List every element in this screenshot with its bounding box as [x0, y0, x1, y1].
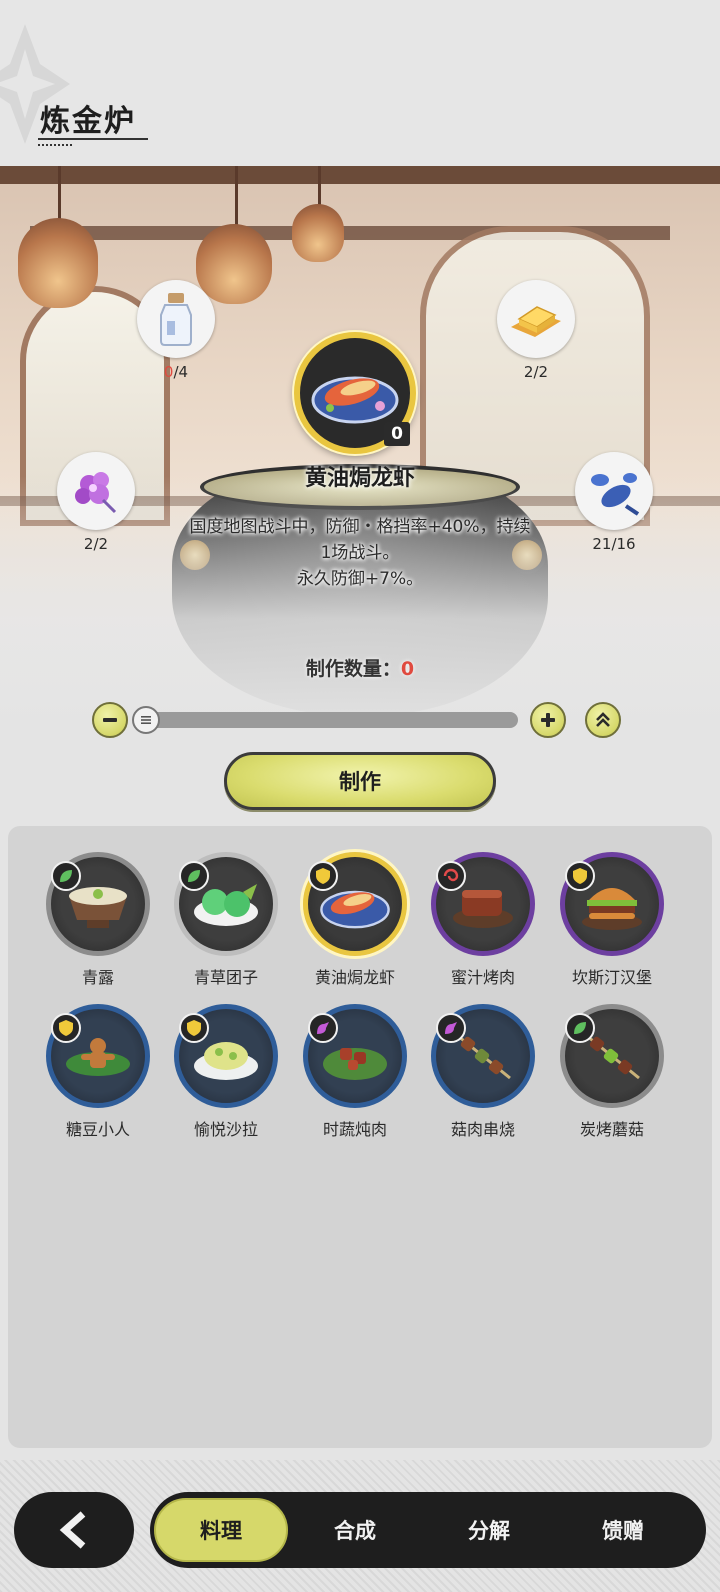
- minus-icon: [103, 718, 117, 722]
- dish-description: 国度地图战斗中，防御・格挡率+40%，持续 1场战斗。 永久防御+7%。: [120, 514, 600, 592]
- lamp-cord: [235, 166, 238, 226]
- double-chevron-up-icon: [596, 712, 610, 727]
- max-button[interactable]: [585, 702, 621, 738]
- grip-icon: [141, 716, 151, 724]
- quantity-slider-thumb[interactable]: [132, 706, 160, 734]
- ingredient-bubble[interactable]: [137, 280, 215, 358]
- recipe-name: 炭烤蘑菇: [579, 1120, 644, 1139]
- recipe-name: 黄油焗龙虾: [314, 968, 395, 987]
- recipe-name: 青草团子: [193, 968, 258, 987]
- recipe-item[interactable]: 糖豆小人: [38, 1004, 158, 1140]
- selected-dish[interactable]: 0: [294, 332, 416, 454]
- shield-icon: [187, 1020, 201, 1036]
- tab-bar: 料理 合成 分解 馈赠: [150, 1492, 706, 1568]
- recipe-icon-frame[interactable]: [174, 852, 278, 956]
- page-title: 炼金炉: [40, 104, 136, 139]
- recipe-badge: [308, 861, 338, 891]
- wave-icon: [445, 1022, 457, 1034]
- craft-button[interactable]: 制作: [224, 752, 496, 810]
- recipe-badge: [179, 861, 209, 891]
- lamp-cord: [318, 166, 321, 206]
- recipe-icon-frame[interactable]: [303, 852, 407, 956]
- recipe-item[interactable]: 青草团子: [166, 852, 286, 988]
- chevron-left-icon: [59, 1511, 86, 1549]
- milk-bottle-icon: [160, 293, 192, 346]
- hanging-lamp: [18, 218, 98, 308]
- quantity-slider-track[interactable]: [146, 712, 518, 728]
- wave-icon: [317, 1022, 329, 1034]
- craft-quantity: 制作数量：0: [0, 654, 720, 681]
- desc-line: 国度地图战斗中，防御・格挡率+40%，持续: [189, 517, 531, 537]
- recipe-badge: [436, 861, 466, 891]
- recipe-badge: [565, 861, 595, 891]
- recipe-icon-frame[interactable]: [46, 852, 150, 956]
- recipe-icon-frame[interactable]: [431, 852, 535, 956]
- header: 炼金炉: [0, 0, 720, 166]
- quantity-slider-row: [0, 700, 720, 740]
- ceiling-beam: [0, 166, 720, 184]
- recipe-name: 糖豆小人: [65, 1120, 130, 1139]
- recipe-name: 青露: [81, 968, 114, 987]
- desc-line: 1场战斗。: [320, 543, 400, 563]
- shield-icon: [573, 868, 587, 884]
- ingredient-slot[interactable]: 2/2: [497, 280, 575, 381]
- leaf-icon: [60, 870, 72, 882]
- recipe-icon-frame[interactable]: [431, 1004, 535, 1108]
- recipe-name: 坎斯汀汉堡: [571, 968, 652, 987]
- hanging-lamp: [292, 204, 344, 262]
- bottom-bar: 料理 合成 分解 馈赠: [0, 1460, 720, 1592]
- recipe-icon-frame[interactable]: [560, 852, 664, 956]
- recipe-item[interactable]: 青露: [38, 852, 158, 988]
- recipe-grid: 青露 青草团子 黄油焗龙虾 蜜汁烤肉 坎斯汀汉堡 糖豆小人 愉悦沙拉 时蔬炖肉 …: [8, 826, 712, 1448]
- leaf-icon: [574, 1022, 586, 1034]
- recipe-badge: [436, 1013, 466, 1043]
- decrease-button[interactable]: [92, 702, 128, 738]
- recipe-item[interactable]: 菇肉串烧: [423, 1004, 543, 1140]
- recipe-name: 蜜汁烤肉: [450, 968, 515, 987]
- tab-decompose[interactable]: 分解: [422, 1492, 556, 1568]
- recipe-badge: [565, 1013, 595, 1043]
- recipe-item[interactable]: 炭烤蘑菇: [552, 1004, 672, 1140]
- recipe-badge: [51, 861, 81, 891]
- plus-icon: [541, 713, 555, 727]
- leaf-icon: [188, 870, 200, 882]
- title-dots: [38, 144, 72, 146]
- butter-icon: [511, 306, 561, 337]
- ingredient-slot[interactable]: 0/4: [137, 280, 215, 381]
- craft-quantity-label: 制作数量：: [305, 658, 401, 680]
- lamp-cord: [58, 166, 61, 222]
- shield-icon: [59, 1020, 73, 1036]
- recipe-icon-frame[interactable]: [303, 1004, 407, 1108]
- tab-gift[interactable]: 馈赠: [556, 1492, 690, 1568]
- ingredient-count: 0/4: [163, 363, 189, 381]
- owned-count: 0: [384, 422, 410, 446]
- recipe-item[interactable]: 时蔬炖肉: [295, 1004, 415, 1140]
- lobster-dish-icon: [311, 376, 399, 424]
- recipe-item[interactable]: 蜜汁烤肉: [423, 852, 543, 988]
- title-underline: [38, 138, 148, 140]
- recipe-badge: [179, 1013, 209, 1043]
- recipe-name: 愉悦沙拉: [193, 1120, 258, 1139]
- recipe-icon-frame[interactable]: [174, 1004, 278, 1108]
- recipe-item[interactable]: 坎斯汀汉堡: [552, 852, 672, 988]
- tab-cooking[interactable]: 料理: [154, 1498, 288, 1562]
- recipe-name: 菇肉串烧: [450, 1120, 515, 1139]
- back-button[interactable]: [14, 1492, 134, 1568]
- shield-icon: [316, 868, 330, 884]
- tab-synthesis[interactable]: 合成: [288, 1492, 422, 1568]
- recipe-icon-frame[interactable]: [46, 1004, 150, 1108]
- craft-quantity-value: 0: [400, 658, 415, 680]
- increase-button[interactable]: [530, 702, 566, 738]
- recipe-item[interactable]: 黄油焗龙虾: [295, 852, 415, 988]
- recipe-badge: [308, 1013, 338, 1043]
- dish-name: 黄油焗龙虾: [304, 466, 415, 491]
- ingredient-bubble[interactable]: [497, 280, 575, 358]
- recipe-badge: [51, 1013, 81, 1043]
- recipe-name: 时蔬炖肉: [322, 1120, 387, 1139]
- desc-line: 永久防御+7%。: [296, 569, 424, 589]
- recipe-icon-frame[interactable]: [560, 1004, 664, 1108]
- spiral-icon: [443, 868, 459, 882]
- recipe-item[interactable]: 愉悦沙拉: [166, 1004, 286, 1140]
- ingredient-count: 2/2: [523, 363, 549, 381]
